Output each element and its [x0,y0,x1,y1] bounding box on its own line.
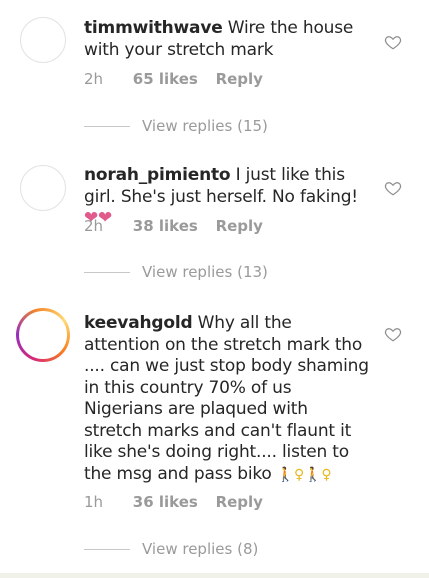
comment-time: 2h [84,70,104,88]
view-replies-label: View replies (15) [142,117,268,135]
bottom-bar [0,573,429,578]
comment-meta: 2h 65 likes Reply [84,70,263,88]
divider [84,126,130,127]
view-replies-label: View replies (13) [142,263,268,281]
comment-item: norah_pimiento I just like this girl. Sh… [0,145,429,295]
comment-username[interactable]: timmwithwave [84,18,223,38]
reply-button[interactable]: Reply [216,217,263,235]
avatar [19,311,67,359]
heart-outline-icon[interactable] [384,325,402,343]
heart-outline-icon[interactable] [384,33,402,51]
divider [84,549,130,550]
comment-meta: 1h 36 likes Reply [84,493,263,511]
comment-text: Why all the attention on the stretch mar… [84,313,369,484]
reply-button[interactable]: Reply [216,493,263,511]
emoji: 🚶♀🚶♀ [276,466,332,483]
reply-button[interactable]: Reply [216,70,263,88]
heart-outline-icon[interactable] [384,179,402,197]
avatar-story-ring[interactable] [16,308,70,362]
comment-username[interactable]: keevahgold [84,313,193,333]
comment-meta: 2h 38 likes Reply [84,217,263,235]
divider [84,272,130,273]
comment-likes[interactable]: 38 likes [133,217,211,235]
comment-time: 2h [84,217,104,235]
comment-username[interactable]: norah_pimiento [84,165,231,185]
comment-time: 1h [84,493,104,511]
comment-body: keevahgold Why all the attention on the … [84,313,369,486]
comment-item: keevahgold Why all the attention on the … [0,295,429,573]
avatar[interactable] [20,165,66,211]
view-replies-button[interactable]: View replies (8) [84,540,258,558]
view-replies-button[interactable]: View replies (15) [84,117,268,135]
avatar[interactable] [20,17,66,63]
view-replies-button[interactable]: View replies (13) [84,263,268,281]
comment-likes[interactable]: 36 likes [133,493,211,511]
view-replies-label: View replies (8) [142,540,259,558]
comment-likes[interactable]: 65 likes [133,70,211,88]
comment-body: timmwithwave Wire the house with your st… [84,18,369,61]
comment-item: timmwithwave Wire the house with your st… [0,0,429,145]
